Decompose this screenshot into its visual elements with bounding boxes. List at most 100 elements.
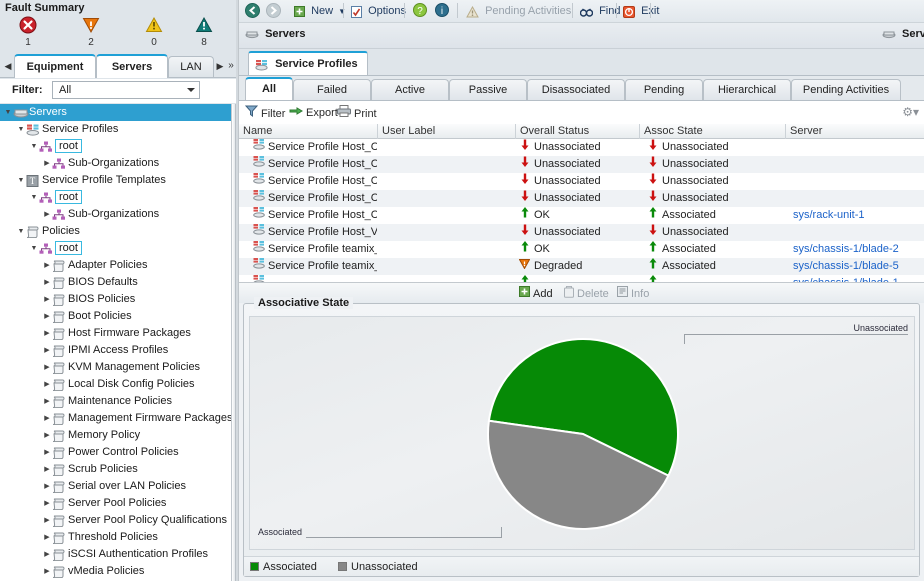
pending-activities-button[interactable]: Pending Activities	[466, 3, 571, 20]
tree-item-host-firmware-packages[interactable]: ▶ Host Firmware Packages	[0, 325, 231, 342]
subtab-pending-activities[interactable]: Pending Activities	[791, 79, 901, 100]
table-row[interactable]: Service Profile Host_Ci Unassociated Unass…	[239, 190, 924, 207]
breadcrumb-right[interactable]: Serve	[882, 28, 924, 40]
table-row[interactable]: sys/chassis-1/blade-1	[239, 275, 924, 282]
chevron-right-icon[interactable]: ▶	[42, 308, 52, 325]
table-row[interactable]: Service Profile Host_Ci Unassociated Unass…	[239, 156, 924, 173]
table-row[interactable]: Service Profile Host_Ci Unassociated Unass…	[239, 139, 924, 156]
tree-item-root[interactable]: ▼ root	[0, 138, 231, 155]
cell-server-link[interactable]: sys/chassis-1/blade-2	[785, 241, 924, 258]
column-header-assoc-state[interactable]: Assoc State	[639, 124, 785, 139]
tree-item-sub-organizations[interactable]: ▶ Sub-Organizations	[0, 155, 231, 172]
chevron-right-icon[interactable]: ▶	[42, 342, 52, 359]
chevron-down-icon[interactable]: ▼	[29, 189, 39, 206]
new-menu-button[interactable]: New ▼	[294, 3, 346, 20]
chevron-right-icon[interactable]: ▶	[42, 393, 52, 410]
cell-server-link[interactable]: sys/chassis-1/blade-1	[785, 275, 924, 282]
subtab-active[interactable]: Active	[371, 79, 449, 100]
find-button[interactable]: Find	[579, 3, 620, 20]
tree-item-ipmi-access-profiles[interactable]: ▶ IPMI Access Profiles	[0, 342, 231, 359]
tree-item-service-profile-templates[interactable]: ▼ T Service Profile Templates	[0, 172, 231, 189]
tree-item-server-pool-policy-qualifications[interactable]: ▶ Server Pool Policy Qualifications	[0, 512, 231, 529]
chevron-right-icon[interactable]: ▶	[42, 359, 52, 376]
subtab-hierarchical[interactable]: Hierarchical	[703, 79, 791, 100]
tab-service-profiles[interactable]: Service Profiles	[248, 51, 368, 75]
chevron-right-icon[interactable]: ▶	[42, 495, 52, 512]
chevron-right-icon[interactable]: ▶	[42, 512, 52, 529]
chevron-right-icon[interactable]: ▶	[42, 291, 52, 308]
tree-item-serial-over-lan-policies[interactable]: ▶ Serial over LAN Policies	[0, 478, 231, 495]
column-header-server[interactable]: Server	[785, 124, 924, 139]
tree-item-server-pool-policies[interactable]: ▶ Server Pool Policies	[0, 495, 231, 512]
breadcrumb[interactable]: Servers	[245, 28, 305, 40]
tree-item-bios-policies[interactable]: ▶ BIOS Policies	[0, 291, 231, 308]
tree-item-threshold-policies[interactable]: ▶ Threshold Policies	[0, 529, 231, 546]
chevron-down-icon[interactable]: ▼	[16, 121, 26, 138]
nav-tab-servers[interactable]: Servers	[96, 54, 168, 78]
chevron-down-icon[interactable]: ▼	[16, 223, 26, 240]
cell-server-link[interactable]: sys/chassis-1/blade-5	[785, 258, 924, 275]
subtab-all[interactable]: All	[245, 77, 293, 100]
cell-server-link[interactable]	[785, 190, 924, 207]
tree-item-management-firmware-packages[interactable]: ▶ Management Firmware Packages	[0, 410, 231, 427]
table-row[interactable]: Service Profile Host_Ci Unassociated Unass…	[239, 173, 924, 190]
tree-item-adapter-policies[interactable]: ▶ Adapter Policies	[0, 257, 231, 274]
fault-counter-major[interactable]: 2	[65, 16, 117, 48]
chevron-down-icon[interactable]: ▼	[29, 138, 39, 155]
tree-item-iscsi-authentication-profiles[interactable]: ▶ iSCSI Authentication Profiles	[0, 546, 231, 563]
navigation-tree[interactable]: ▼ Servers ▼ Service Profiles ▼ root ▶ Sub-Organ…	[0, 104, 231, 581]
chevron-right-icon[interactable]: ▶	[42, 427, 52, 444]
tree-item-bios-defaults[interactable]: ▶ BIOS Defaults	[0, 274, 231, 291]
cell-server-link[interactable]	[785, 139, 924, 156]
chevron-down-icon[interactable]: ▼	[16, 172, 26, 189]
nav-tab-equipment[interactable]: Equipment	[14, 54, 96, 78]
chevron-right-icon[interactable]: ▶	[42, 529, 52, 546]
column-header-user-label[interactable]: User Label	[377, 124, 515, 139]
tree-item-service-profiles[interactable]: ▼ Service Profiles	[0, 121, 231, 138]
chevron-right-icon[interactable]: ▶	[42, 563, 52, 580]
chevron-right-icon[interactable]: ▶	[42, 257, 52, 274]
add-button[interactable]: Add	[519, 286, 553, 301]
info-icon[interactable]: i	[435, 3, 449, 20]
gear-icon[interactable]: ⚙▾	[902, 105, 919, 119]
chevron-right-icon[interactable]: ▶	[42, 155, 52, 172]
tree-item-scrub-policies[interactable]: ▶ Scrub Policies	[0, 461, 231, 478]
chevron-right-icon[interactable]: ▶	[42, 461, 52, 478]
tree-item-root[interactable]: ▼ root	[0, 189, 231, 206]
back-arrow-icon[interactable]	[245, 3, 260, 20]
tree-item-maintenance-policies[interactable]: ▶ Maintenance Policies	[0, 393, 231, 410]
cell-server-link[interactable]	[785, 224, 924, 241]
subtab-failed[interactable]: Failed	[293, 79, 371, 100]
nav-scroll-left-icon[interactable]: ◀	[2, 58, 14, 74]
column-header-name[interactable]: Name	[239, 124, 377, 139]
chevron-right-icon[interactable]: ▶	[42, 546, 52, 563]
table-row[interactable]: Service Profile teamix_I OK Associated sys/…	[239, 241, 924, 258]
chevron-right-icon[interactable]: ▶	[42, 206, 52, 223]
tree-item-sub-organizations[interactable]: ▶ Sub-Organizations	[0, 206, 231, 223]
cell-server-link[interactable]	[785, 156, 924, 173]
chevron-right-icon[interactable]: ▶	[42, 478, 52, 495]
chevron-down-icon[interactable]: ▼	[29, 240, 39, 257]
tree-item-policies[interactable]: ▼ Policies	[0, 223, 231, 240]
filter-button[interactable]: Filter	[244, 105, 285, 121]
table-row[interactable]: Service Profile Host_Ci OK Associated sys/r…	[239, 207, 924, 224]
tree-item-boot-policies[interactable]: ▶ Boot Policies	[0, 308, 231, 325]
tree-item-servers[interactable]: ▼ Servers	[0, 104, 231, 121]
filter-select[interactable]: All	[52, 81, 200, 99]
subtab-disassociated[interactable]: Disassociated	[527, 79, 625, 100]
info-button[interactable]: Info	[617, 286, 649, 301]
table-body[interactable]: Service Profile Host_Ci Unassociated Unass…	[239, 139, 924, 282]
help-icon[interactable]: ?	[413, 3, 427, 20]
table-row[interactable]: Service Profile Host_VM Unassociated Unass…	[239, 224, 924, 241]
export-button[interactable]: Export	[289, 105, 338, 121]
chevron-right-icon[interactable]: ▶	[42, 325, 52, 342]
tree-item-memory-policy[interactable]: ▶ Memory Policy	[0, 427, 231, 444]
chevron-right-icon[interactable]: ▶	[42, 444, 52, 461]
column-header-overall-status[interactable]: Overall Status	[515, 124, 639, 139]
fault-counter-warning[interactable]: 8	[178, 16, 230, 48]
tree-item-root[interactable]: ▼ root	[0, 240, 231, 257]
chevron-right-icon[interactable]: ▶	[42, 410, 52, 427]
cell-server-link[interactable]	[785, 173, 924, 190]
chevron-right-icon[interactable]: ▶	[42, 274, 52, 291]
tree-item-power-control-policies[interactable]: ▶ Power Control Policies	[0, 444, 231, 461]
